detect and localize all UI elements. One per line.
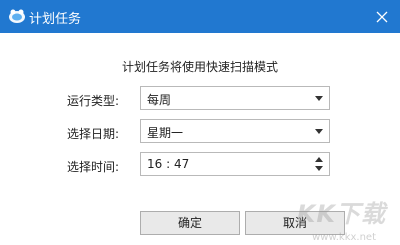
select-date-label: 选择日期: <box>67 127 120 141</box>
dropdown-arrow-icon <box>315 96 323 101</box>
app-logo-icon <box>7 6 27 26</box>
watermark: KK下载 www.kkx.net <box>286 185 396 245</box>
title-bar: 计划任务 <box>0 0 400 33</box>
run-type-select[interactable]: 每周 <box>140 86 330 110</box>
close-icon <box>376 11 388 22</box>
select-time-value: 16 : 47 <box>147 157 190 171</box>
select-date-value: 星期一 <box>147 126 184 140</box>
select-time-label: 选择时间: <box>67 160 120 174</box>
spin-up-icon[interactable] <box>315 157 323 162</box>
watermark-url: www.kkx.net <box>312 232 376 243</box>
close-button[interactable] <box>364 0 400 33</box>
ok-button[interactable]: 确定 <box>140 211 240 235</box>
window-title: 计划任务 <box>29 12 82 27</box>
dropdown-arrow-icon <box>315 129 323 134</box>
select-time-spinner[interactable]: 16 : 47 <box>140 152 330 176</box>
run-type-value: 每周 <box>147 93 172 107</box>
spin-down-icon[interactable] <box>315 166 323 171</box>
watermark-brand: KK下载 <box>296 200 386 228</box>
select-date-select[interactable]: 星期一 <box>140 119 330 143</box>
run-type-label: 运行类型: <box>67 94 120 108</box>
dialog-subtitle: 计划任务将使用快速扫描模式 <box>121 60 278 74</box>
